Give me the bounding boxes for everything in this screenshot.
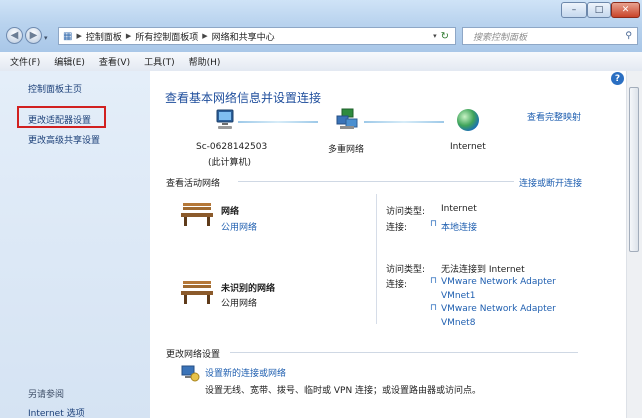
computer-icon [214,109,236,129]
setup-connection-link[interactable]: 设置新的连接或网络 [205,366,286,379]
maximize-button[interactable]: □ [587,2,611,18]
refresh-icon[interactable]: ↻ [441,31,449,42]
network-1-access-label: 访问类型: [386,207,426,217]
network-2-conn-2b-link[interactable]: VMnet8 [441,318,475,328]
map-computer-name: Sc-0628142503 [196,142,268,152]
address-bar[interactable]: ▦ ▶ 控制面板 ▶ 所有控制面板项 ▶ 网络和共享中心 ▾ ↻ [58,27,456,45]
network-1-type-link[interactable]: 公用网络 [221,220,257,233]
back-arrow-icon: ◀ [10,30,19,41]
map-connector [364,121,444,123]
globe-icon [457,109,479,131]
breadcrumb-chevron-icon: ▶ [125,32,132,40]
network-2-type: 公用网络 [221,299,258,309]
change-settings-title: 更改网络设置 [166,350,221,360]
map-internet: Internet [450,142,486,152]
ethernet-icon: ⊓ [430,219,438,229]
forward-arrow-icon: ▶ [29,30,38,41]
address-dropdown-icon[interactable]: ▾ [433,32,437,40]
setup-connection-desc: 设置无线、宽带、拨号、临时或 VPN 连接；或设置路由器或访问点。 [205,386,482,396]
search-input[interactable]: 搜索控制面板 [473,30,527,43]
close-button[interactable]: ✕ [611,2,640,18]
new-connection-icon [180,364,200,382]
minimize-button[interactable]: – [561,2,587,18]
network-2-conn-2-link[interactable]: VMware Network Adapter [441,304,556,314]
multiple-networks-icon [335,108,359,130]
sidebar-change-adapter-settings[interactable]: 更改适配器设置 [28,113,91,126]
menu-view[interactable]: 查看(V) [99,55,130,68]
history-dropdown-icon[interactable]: ▾ [44,34,48,42]
network-1-access-value: Internet [441,204,477,214]
scrollbar-thumb[interactable] [629,87,639,252]
network-2-conn-1-link[interactable]: VMware Network Adapter [441,277,556,287]
map-connector [238,121,318,123]
network-1-conn-link[interactable]: 本地连接 [441,220,477,233]
page-title: 查看基本网络信息并设置连接 [165,91,322,105]
menu-help[interactable]: 帮助(H) [189,55,221,68]
map-computer-sub: (此计算机) [208,158,252,168]
menu-tools[interactable]: 工具(T) [144,55,175,68]
breadcrumb-control-panel[interactable]: 控制面板 [86,30,122,43]
search-box[interactable]: 搜索控制面板 ⚲ [462,27,638,45]
active-networks-title: 查看活动网络 [166,179,221,189]
breadcrumb-network-center[interactable]: 网络和共享中心 [212,30,275,43]
menu-file[interactable]: 文件(F) [10,55,40,68]
breadcrumb-chevron-icon: ▶ [202,32,208,40]
see-also-internet-options[interactable]: Internet 选项 [28,406,85,419]
forward-button[interactable]: ▶ [25,27,42,44]
section-divider [238,181,514,182]
control-panel-icon: ▦ [63,30,73,42]
ethernet-icon: ⊓ [430,303,438,313]
network-2-name: 未识别的网络 [221,284,276,294]
bench-icon [181,201,213,226]
ethernet-icon: ⊓ [430,276,438,286]
sidebar-control-panel-home[interactable]: 控制面板主页 [28,82,82,95]
column-divider [376,194,377,324]
network-1-conn-label: 连接: [386,223,408,233]
network-2-conn-1b-link[interactable]: VMnet1 [441,291,475,301]
see-also-title: 另请参阅 [28,390,65,400]
map-multiple-networks: 多重网络 [328,145,365,155]
breadcrumb-all-items[interactable]: 所有控制面板项 [135,30,198,43]
back-button[interactable]: ◀ [6,27,23,44]
section-divider [230,352,578,353]
network-1-name: 网络 [221,207,240,217]
search-icon[interactable]: ⚲ [625,31,632,41]
bench-icon [181,279,213,304]
help-icon[interactable]: ? [611,72,624,85]
menu-bar: 文件(F) 编辑(E) 查看(V) 工具(T) 帮助(H) [0,52,642,72]
network-2-access-label: 访问类型: [386,265,426,275]
view-full-map-link[interactable]: 查看完整映射 [527,110,581,123]
network-2-conn-label: 连接: [386,280,408,290]
menu-edit[interactable]: 编辑(E) [54,55,85,68]
breadcrumb-chevron-icon: ▶ [76,32,82,40]
connect-disconnect-link[interactable]: 连接或断开连接 [519,176,582,189]
network-2-access-value: 无法连接到 Internet [441,265,525,275]
sidebar-advanced-sharing[interactable]: 更改高级共享设置 [28,133,100,146]
